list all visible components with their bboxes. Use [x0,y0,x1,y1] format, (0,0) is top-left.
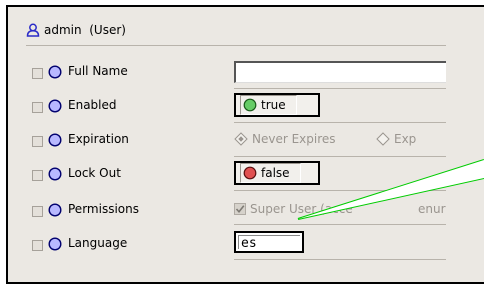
language-field[interactable]: es [234,231,304,253]
slot-circle-icon [48,203,62,217]
red-status-icon [243,166,257,180]
row-divider [234,88,446,89]
property-sheet-header: admin (User) [26,21,126,39]
full-name-checkbox[interactable] [32,68,43,79]
row-divider [234,259,446,260]
expires-on-label: Exp [394,132,417,146]
diamond-radio-icon [376,132,390,146]
green-status-icon [243,98,257,112]
property-sheet: admin (User) Full Name Enabled true Expi… [6,5,484,284]
language-value: es [238,235,300,251]
row-divider [234,156,446,157]
row-divider [234,190,446,191]
never-expires-radio[interactable]: Never Expires [234,132,336,146]
permissions-checkbox[interactable] [32,206,43,217]
screenshot-canvas: admin (User) Full Name Enabled true Expi… [0,0,484,288]
diamond-radio-selected-icon [234,132,248,146]
row-divider [234,224,446,225]
user-title: admin (User) [44,23,126,37]
expires-on-radio[interactable]: Exp [376,132,416,146]
enabled-toggle-inner: true [240,95,297,115]
slot-circle-icon [48,237,62,251]
expiration-label: Expiration [68,132,129,146]
lock-out-toggle[interactable]: false [234,161,320,185]
lock-out-label: Lock Out [68,166,121,180]
lock-out-checkbox[interactable] [32,170,43,181]
never-expires-label: Never Expires [252,132,336,146]
header-divider [26,45,446,46]
lock-out-toggle-inner: false [240,163,301,183]
permissions-label: Permissions [68,202,139,216]
slot-circle-icon [48,65,62,79]
row-divider [234,122,446,123]
super-user-label-tail: enur [418,202,446,216]
language-checkbox[interactable] [32,240,43,251]
lock-out-value: false [261,166,290,180]
enabled-toggle[interactable]: true [234,93,320,117]
slot-circle-icon [48,133,62,147]
checkbox-checked-icon [234,203,246,215]
language-label: Language [68,236,128,250]
expiration-checkbox[interactable] [32,136,43,147]
enabled-value: true [261,98,286,112]
slot-circle-icon [48,99,62,113]
user-icon [26,23,40,37]
full-name-field[interactable] [234,61,446,83]
enabled-checkbox[interactable] [32,102,43,113]
enabled-label: Enabled [68,98,117,112]
full-name-label: Full Name [68,64,128,78]
slot-circle-icon [48,167,62,181]
super-user-label: Super User (acce [250,202,353,216]
super-user-checkbox[interactable]: Super User (acce [234,202,353,216]
